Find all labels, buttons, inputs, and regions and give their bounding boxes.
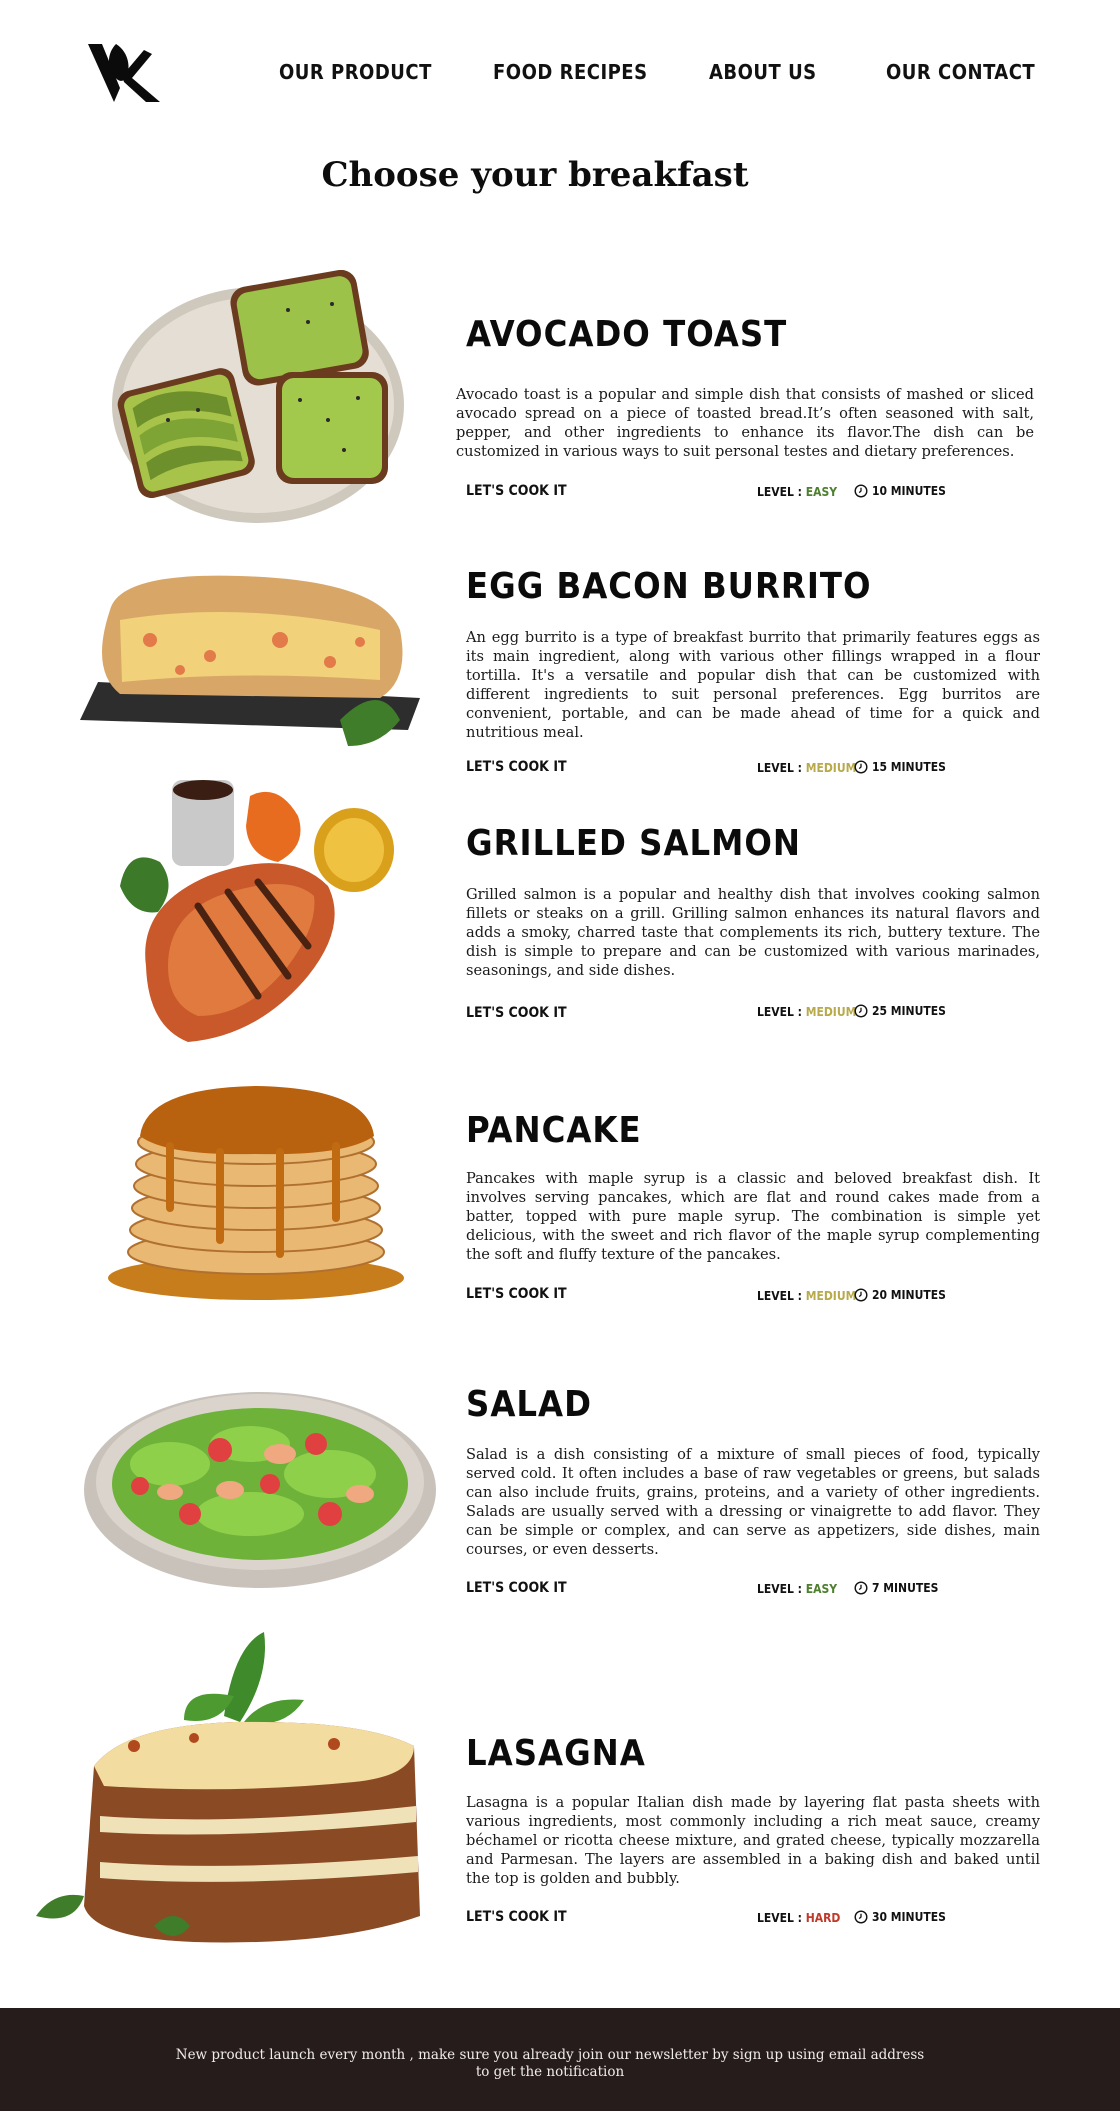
cook-time: 30 MINUTES (854, 1910, 946, 1924)
cook-time-value: 20 MINUTES (872, 1288, 946, 1302)
clock-icon (854, 484, 868, 498)
lets-cook-it-button[interactable]: LET'S COOK IT (466, 1286, 567, 1302)
grilled-salmon-image (120, 780, 394, 1042)
cook-time: 25 MINUTES (854, 1004, 946, 1018)
level-value: HARD (805, 1911, 841, 1925)
recipe-title: SALAD (466, 1384, 592, 1425)
lets-cook-it-button[interactable]: LET'S COOK IT (466, 1005, 567, 1021)
page-title: Choose your breakfast (321, 155, 749, 195)
difficulty-level: LEVEL : MEDIUM (757, 1005, 856, 1019)
level-label: LEVEL : (757, 1289, 802, 1303)
cook-time-value: 15 MINUTES (872, 760, 946, 774)
lets-cook-it-button[interactable]: LET'S COOK IT (466, 1580, 567, 1596)
nav-our-contact[interactable]: OUR CONTACT (886, 60, 1035, 84)
cook-time-value: 30 MINUTES (872, 1910, 946, 1924)
nav-our-product[interactable]: OUR PRODUCT (279, 60, 432, 84)
recipe-title: EGG BACON BURRITO (466, 566, 872, 607)
lets-cook-it-button[interactable]: LET'S COOK IT (466, 483, 567, 499)
lets-cook-it-button[interactable]: LET'S COOK IT (466, 759, 567, 775)
difficulty-level: LEVEL : EASY (757, 1582, 837, 1596)
level-value: EASY (805, 1582, 838, 1596)
level-label: LEVEL : (757, 1582, 802, 1596)
difficulty-level: LEVEL : MEDIUM (757, 761, 856, 775)
avocado-toast-image (112, 270, 404, 523)
level-value: MEDIUM (805, 1289, 857, 1303)
level-value: EASY (805, 485, 838, 499)
cook-time-value: 10 MINUTES (872, 484, 946, 498)
recipe-description: An egg burrito is a type of breakfast bu… (466, 629, 1040, 741)
level-label: LEVEL : (757, 1005, 802, 1019)
recipe-title: AVOCADO TOAST (466, 314, 788, 355)
level-label: LEVEL : (757, 485, 802, 499)
cook-time: 7 MINUTES (854, 1581, 938, 1595)
brand-logo[interactable] (86, 42, 162, 104)
level-value: MEDIUM (805, 761, 857, 775)
clock-icon (854, 1288, 868, 1302)
lets-cook-it-button[interactable]: LET'S COOK IT (466, 1909, 567, 1925)
difficulty-level: LEVEL : EASY (757, 485, 837, 499)
clock-icon (854, 1581, 868, 1595)
egg-burrito-image (80, 575, 420, 746)
salad-image (84, 1392, 436, 1588)
cook-time: 10 MINUTES (854, 484, 946, 498)
recipe-title: PANCAKE (466, 1110, 642, 1151)
clock-icon (854, 1910, 868, 1924)
site-header: OUR PRODUCT FOOD RECIPES ABOUT US OUR CO… (0, 0, 1120, 150)
clock-icon (854, 760, 868, 774)
recipe-description: Lasagna is a popular Italian dish made b… (466, 1794, 1040, 1887)
recipe-description: Avocado toast is a popular and simple di… (456, 386, 1034, 460)
difficulty-level: LEVEL : HARD (757, 1911, 840, 1925)
recipe-title: LASAGNA (466, 1733, 646, 1774)
level-label: LEVEL : (757, 1911, 802, 1925)
recipe-description: Pancakes with maple syrup is a classic a… (466, 1170, 1040, 1263)
recipe-description: Salad is a dish consisting of a mixture … (466, 1446, 1040, 1558)
recipe-title: GRILLED SALMON (466, 823, 802, 864)
level-label: LEVEL : (757, 761, 802, 775)
newsletter-notice: New product launch every month , make su… (175, 2047, 925, 2080)
nav-about-us[interactable]: ABOUT US (709, 60, 817, 84)
lasagna-image (36, 1632, 420, 1943)
pancake-image (108, 1086, 404, 1300)
cook-time: 20 MINUTES (854, 1288, 946, 1302)
difficulty-level: LEVEL : MEDIUM (757, 1289, 856, 1303)
cook-time-value: 25 MINUTES (872, 1004, 946, 1018)
cook-time-value: 7 MINUTES (872, 1581, 939, 1595)
level-value: MEDIUM (805, 1005, 857, 1019)
nav-food-recipes[interactable]: FOOD RECIPES (493, 60, 648, 84)
clock-icon (854, 1004, 868, 1018)
recipe-description: Grilled salmon is a popular and healthy … (466, 886, 1040, 979)
cook-time: 15 MINUTES (854, 760, 946, 774)
site-footer: New product launch every month , make su… (0, 2008, 1120, 2111)
